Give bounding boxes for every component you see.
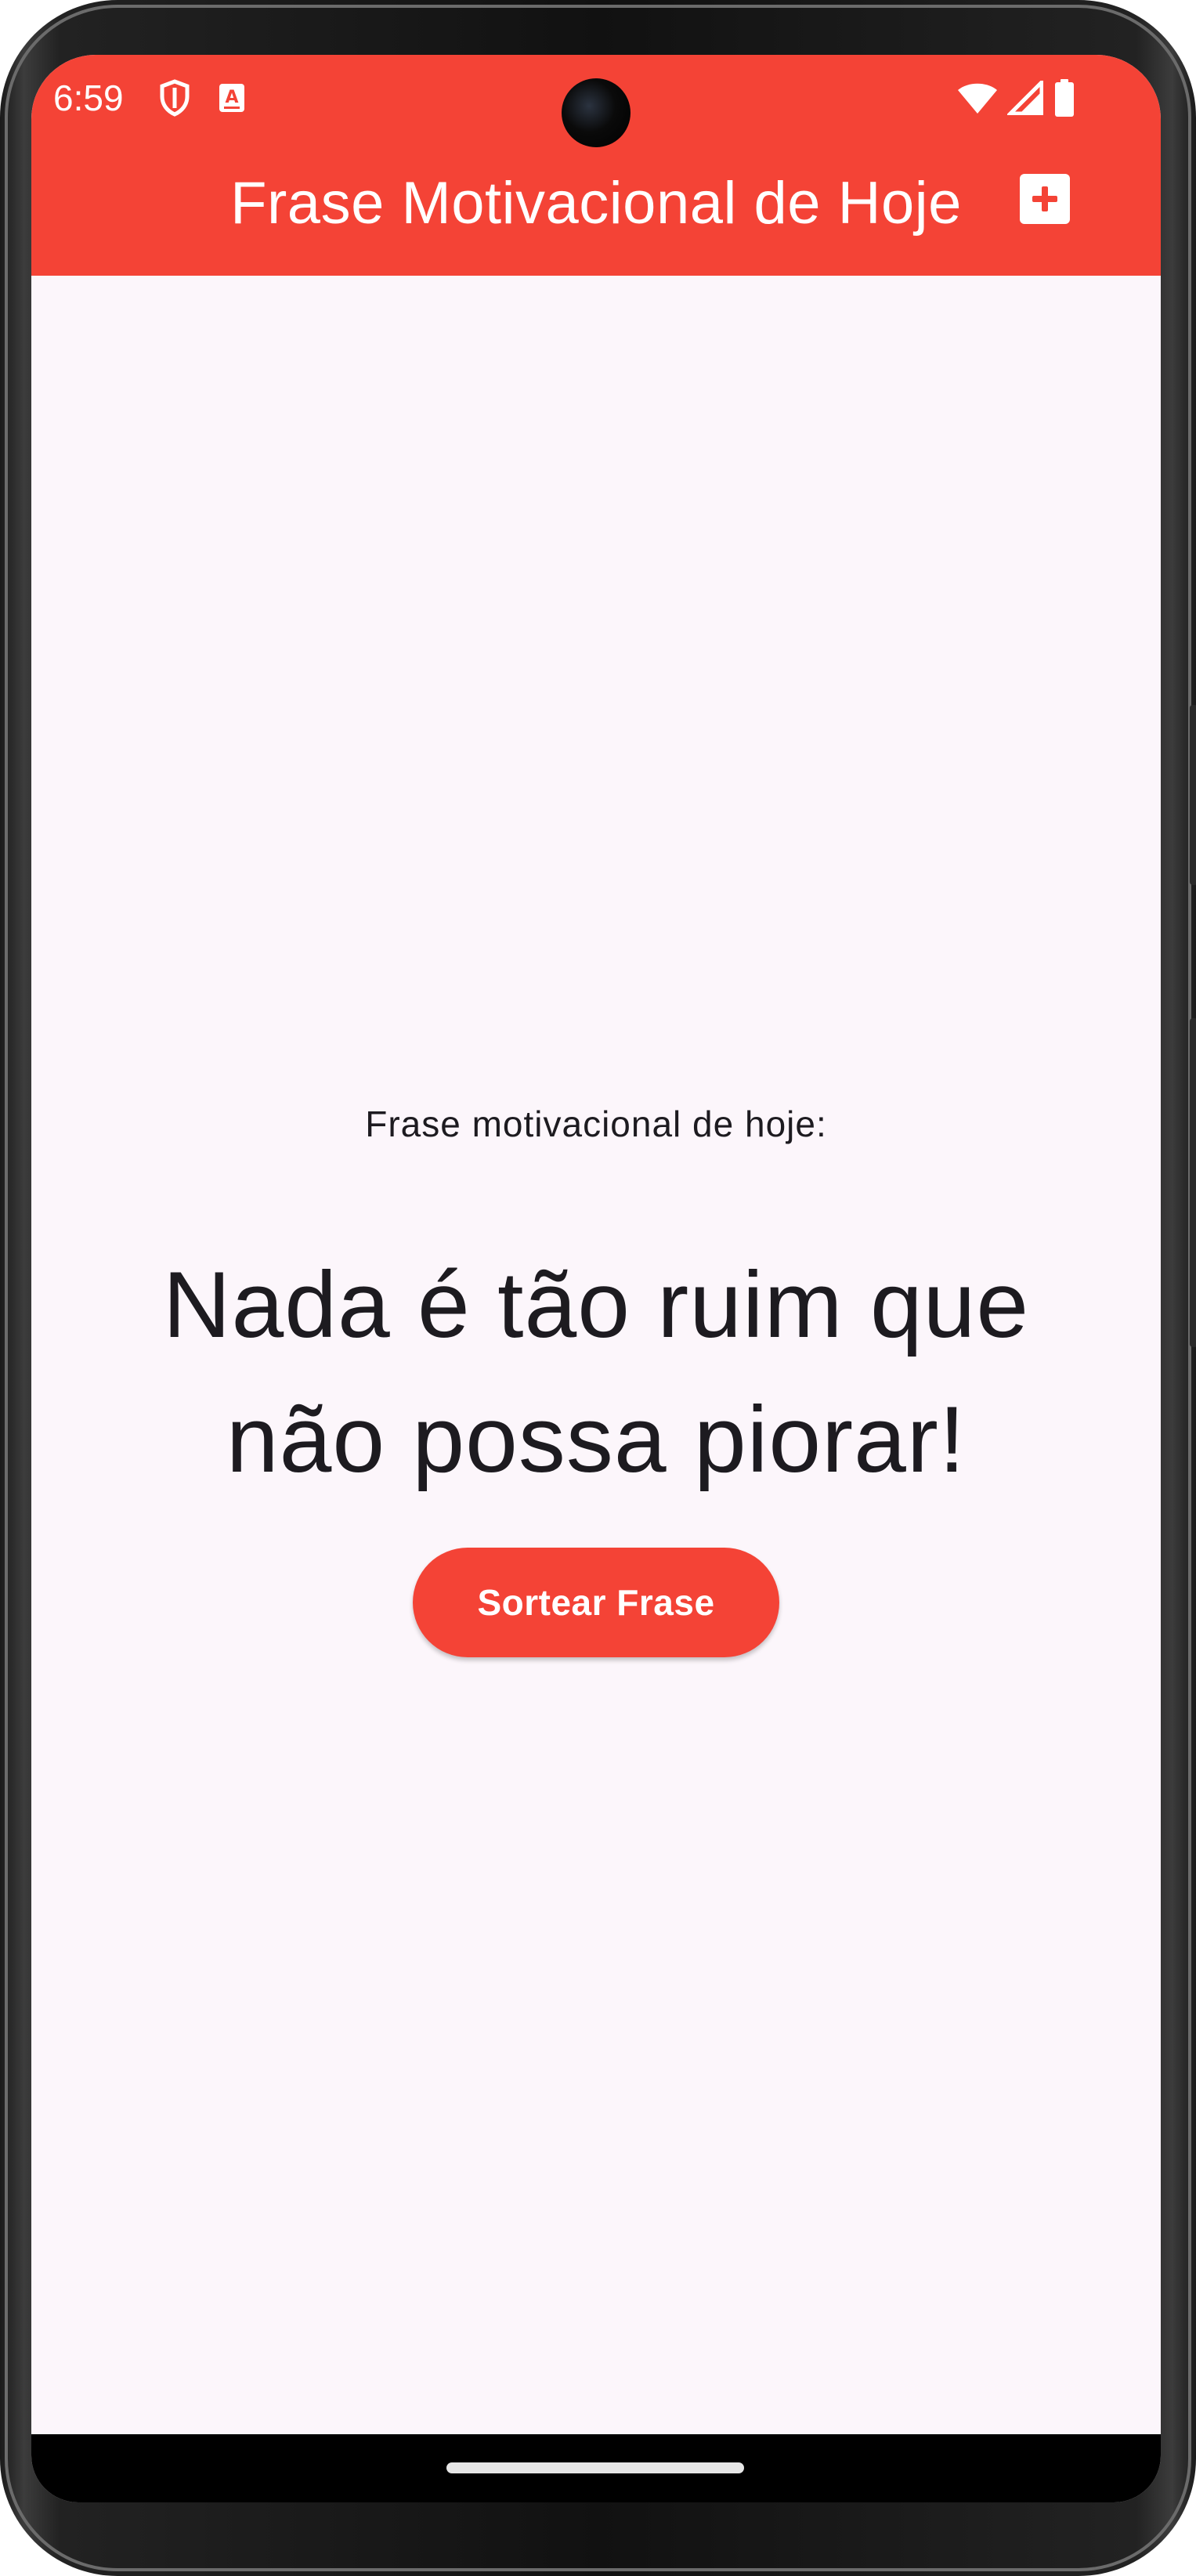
motivational-quote: Nada é tão ruim que não possa piorar! (162, 1252, 1030, 1492)
app-bar: 6:59 A Frase Motivacional de Hoje (31, 55, 1161, 276)
volume-button (1190, 1018, 1196, 1347)
signal-icon (1006, 72, 1045, 124)
draw-phrase-button[interactable]: Sortear Frase (413, 1548, 779, 1657)
status-time: 6:59 (53, 78, 124, 118)
shield-icon (155, 72, 194, 124)
navigation-bar (31, 2434, 1161, 2502)
app-title: Frase Motivacional de Hoje (230, 170, 962, 237)
home-gesture-handle[interactable] (446, 2462, 744, 2473)
quote-heading: Frase motivacional de hoje: (365, 1104, 827, 1144)
status-bar: 6:59 A (31, 55, 1161, 147)
wifi-icon (956, 72, 999, 124)
a-keyboard-icon: A (216, 72, 248, 124)
add-box-icon[interactable] (1020, 174, 1070, 224)
power-button (1190, 705, 1196, 885)
screen: 6:59 A Frase Motivacional de Hoje Frase … (31, 55, 1161, 2502)
phone-frame: 6:59 A Frase Motivacional de Hoje Frase … (0, 0, 1196, 2576)
battery-icon (1053, 72, 1076, 124)
front-camera (562, 78, 631, 147)
svg-text:A: A (225, 88, 238, 107)
